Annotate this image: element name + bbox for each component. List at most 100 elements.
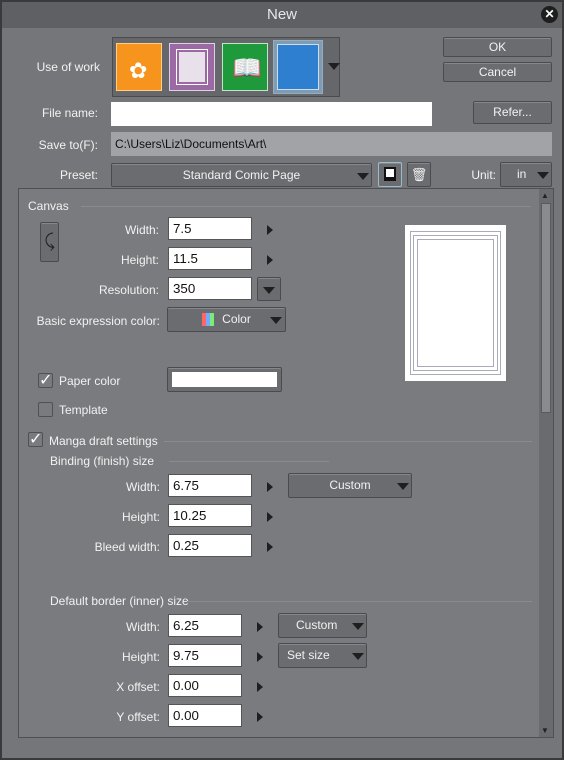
set-size-dropdown[interactable]: Set size (278, 643, 367, 668)
x-offset-input[interactable] (168, 674, 242, 697)
paper-color-button[interactable] (167, 367, 282, 392)
expression-color-value: Color (222, 312, 251, 326)
cancel-button[interactable]: Cancel (443, 62, 552, 82)
width-label: Width: (124, 223, 159, 237)
delete-preset-button[interactable]: 🗑 (407, 162, 431, 187)
spin-icon[interactable] (257, 622, 263, 632)
spin-icon[interactable] (267, 482, 273, 492)
scroll-up-icon[interactable]: ▲ (541, 191, 549, 200)
set-size-value: Set size (287, 648, 330, 662)
border-preset-dropdown[interactable]: Custom (278, 613, 367, 638)
register-preset-button[interactable] (378, 162, 402, 187)
chevron-down-icon (352, 623, 364, 630)
resolution-input[interactable] (168, 277, 252, 300)
border-width-label: Width: (125, 620, 160, 634)
work-comic-button[interactable]: 📖 (222, 43, 268, 91)
refer-button[interactable]: Refer... (473, 101, 552, 124)
width-input[interactable] (168, 217, 252, 240)
binding-preset-value: Custom (329, 478, 371, 492)
preset-dropdown[interactable]: Standard Comic Page (111, 163, 372, 187)
y-offset-input[interactable] (168, 704, 242, 727)
border-section-title: Default border (inner) size (50, 594, 189, 608)
height-spin-icon[interactable] (267, 255, 273, 265)
y-offset-label: Y offset: (116, 710, 160, 724)
new-dialog: New ✕ Use of work ✿ 📖 OK Cancel File nam… (0, 0, 564, 760)
work-webtoon-button[interactable] (169, 43, 215, 91)
unit-value: in (517, 167, 527, 181)
save-to-label: Save to(F): (38, 138, 98, 152)
chevron-down-icon (263, 287, 275, 294)
save-to-field[interactable]: C:\Users\Liz\Documents\Art\ (111, 132, 552, 156)
border-height-input[interactable] (168, 644, 242, 667)
binding-width-label: Width: (125, 480, 160, 494)
chevron-down-icon (537, 172, 549, 179)
book-icon: 📖 (232, 55, 262, 82)
unit-label: Unit: (471, 168, 496, 182)
divider (187, 601, 532, 602)
file-name-label: File name: (41, 106, 98, 120)
work-animation-button[interactable] (273, 40, 323, 94)
scrollbar[interactable]: ▲ ▼ (539, 189, 553, 737)
ok-button[interactable]: OK (443, 37, 552, 57)
canvas-section-title: Canvas (28, 199, 69, 213)
paper-color-label: Paper color (59, 374, 121, 388)
binding-section-title: Binding (finish) size (50, 454, 155, 468)
resolution-dropdown[interactable] (257, 277, 281, 301)
chevron-down-icon (397, 483, 409, 490)
binding-height-input[interactable] (168, 504, 252, 527)
flower-icon: ✿ (129, 58, 148, 83)
bleed-width-input[interactable] (168, 534, 252, 557)
spin-icon[interactable] (257, 682, 263, 692)
settings-panel: Canvas ⤹ Width: Height: Resolution: Basi… (18, 188, 554, 738)
bleed-width-label: Bleed width: (94, 540, 160, 554)
basic-expression-color-label: Basic expression color: (36, 314, 160, 328)
use-of-work-label: Use of work (36, 60, 100, 74)
paper-color-swatch (172, 372, 277, 387)
trash-icon: 🗑 (410, 167, 428, 182)
preset-value: Standard Comic Page (182, 168, 301, 182)
template-checkbox[interactable] (38, 402, 53, 417)
height-input[interactable] (168, 247, 252, 270)
chevron-down-icon (270, 317, 282, 324)
divider (81, 206, 531, 207)
preset-label: Preset: (59, 168, 98, 182)
manga-draft-label: Manga draft settings (49, 434, 158, 448)
width-spin-icon[interactable] (267, 225, 273, 235)
binding-preset-dropdown[interactable]: Custom (288, 473, 412, 498)
height-label: Height: (120, 253, 159, 267)
file-name-input[interactable] (111, 102, 432, 126)
canvas-preview (405, 225, 506, 381)
divider (164, 441, 532, 442)
scrollbar-thumb[interactable] (541, 203, 551, 413)
chevron-down-icon (352, 653, 364, 660)
chevron-down-icon (357, 173, 369, 180)
close-icon[interactable]: ✕ (541, 6, 558, 23)
swap-orientation-button[interactable]: ⤹ (40, 222, 59, 262)
work-type-dropdown-icon[interactable] (328, 63, 340, 70)
page-icon (384, 167, 396, 181)
border-height-label: Height: (121, 650, 160, 664)
manga-draft-checkbox[interactable]: ✓ (28, 432, 43, 448)
scroll-down-icon[interactable]: ▼ (541, 726, 549, 735)
color-swatch-icon (202, 313, 215, 327)
template-label: Template (59, 403, 108, 417)
rotate-icon: ⤹ (44, 231, 55, 251)
paper-color-checkbox[interactable]: ✓ (38, 373, 53, 389)
animation-icon (277, 44, 319, 90)
spin-icon[interactable] (257, 712, 263, 722)
border-preset-value: Custom (296, 618, 338, 632)
panels-icon (176, 49, 208, 85)
spin-icon[interactable] (267, 542, 273, 552)
binding-width-input[interactable] (168, 474, 252, 497)
spin-icon[interactable] (267, 512, 273, 522)
border-width-input[interactable] (168, 614, 242, 637)
resolution-label: Resolution: (98, 283, 159, 297)
x-offset-label: X offset: (116, 680, 160, 694)
preview-border (417, 239, 494, 367)
divider (169, 461, 329, 462)
spin-icon[interactable] (257, 652, 263, 662)
unit-dropdown[interactable]: in (500, 162, 552, 187)
work-illustration-button[interactable]: ✿ (116, 43, 162, 91)
expression-color-dropdown[interactable]: Color (167, 307, 286, 332)
work-type-selector: ✿ 📖 (112, 37, 340, 97)
